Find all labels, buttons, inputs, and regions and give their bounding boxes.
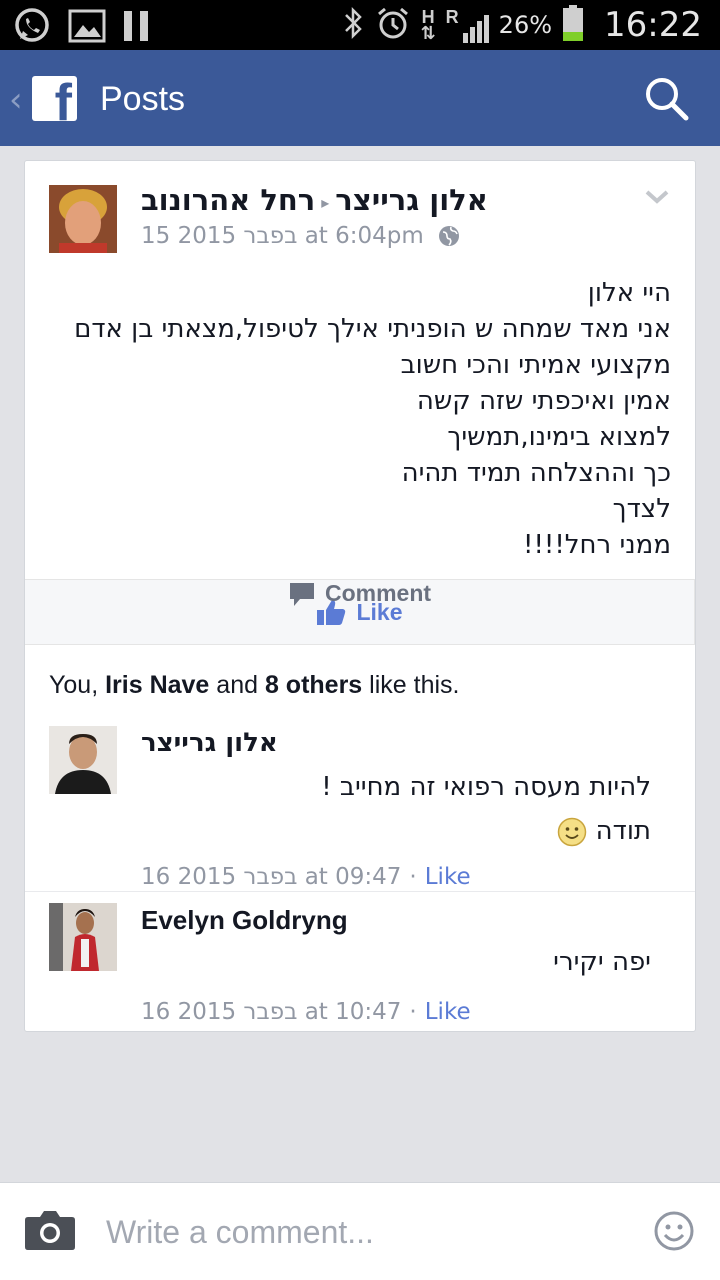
post-line: אמין ואיכפתי שזה קשה xyxy=(416,386,671,416)
alarm-icon xyxy=(375,5,411,46)
post-timestamp-row: 15 בפבר 2015 at 6:04pm xyxy=(141,223,460,249)
comment-line: יפה יקירי xyxy=(553,947,651,977)
post-line: מקצועי אמיתי והכי חשוב xyxy=(400,350,671,380)
recipient-name[interactable]: אלון גרייצר xyxy=(335,183,488,217)
comment-like-link[interactable]: Like xyxy=(425,999,471,1025)
comment-button-label: Comment xyxy=(324,580,432,606)
signal-icon: R xyxy=(446,7,489,43)
battery-percent: 26% xyxy=(498,11,553,39)
comment-meta: 16 בפבר 2015 at 10:47 · Like xyxy=(141,999,471,1025)
smiley-icon xyxy=(654,1211,694,1251)
comment-item: אלון גרייצר להיות מעסה רפואי זה מחייב ! … xyxy=(25,726,695,890)
post-actions-bar: Like Comment xyxy=(25,579,695,645)
network-h-indicator: H ⇅ xyxy=(420,7,436,43)
commenter-avatar[interactable] xyxy=(49,726,117,794)
post-menu-chevron-icon[interactable] xyxy=(645,189,669,210)
post-line: היי אלון xyxy=(587,278,671,308)
status-bar: H ⇅ R 26% 16:22 xyxy=(0,0,720,50)
pause-icon xyxy=(122,8,152,49)
post-header: אלון גרייצר▸ רחל אהרונוב xyxy=(141,183,488,217)
whatsapp-icon xyxy=(12,6,52,51)
post-line: כך וההצלחה תמיד תהיה xyxy=(401,458,671,488)
separator-dot: · xyxy=(409,999,417,1025)
camera-icon xyxy=(25,1211,75,1250)
likes-prefix: You, xyxy=(49,671,106,699)
commenter-photo xyxy=(49,903,117,971)
comment-timestamp[interactable]: 16 בפבר 2015 at 10:47 xyxy=(141,999,401,1025)
commenter-photo xyxy=(49,726,117,794)
comment-composer xyxy=(0,1182,720,1280)
back-chevron-icon[interactable]: ‹ xyxy=(9,80,23,120)
gallery-icon xyxy=(68,8,106,49)
commenter-name[interactable]: Evelyn Goldryng xyxy=(141,905,348,936)
clock: 16:22 xyxy=(604,5,702,45)
comment-item: Evelyn Goldryng יפה יקירי 16 בפבר 2015 a… xyxy=(25,903,695,1025)
post-body: היי אלון אני מאד שמחה ש הופניתי אילך לטי… xyxy=(41,275,671,563)
likes-middle: and xyxy=(209,671,265,699)
comment-like-link[interactable]: Like xyxy=(425,864,471,890)
top-bar: ‹ f Posts xyxy=(0,50,720,146)
separator-dot: · xyxy=(409,864,417,890)
comment-line-with-emoji: תודה xyxy=(545,810,651,852)
author-name[interactable]: רחל אהרונוב xyxy=(141,183,315,217)
network-r-label: R xyxy=(445,7,459,27)
author-avatar[interactable] xyxy=(49,185,117,253)
comment-meta: 16 בפבר 2015 at 09:47 · Like xyxy=(141,864,471,890)
share-arrow-icon: ▸ xyxy=(321,192,330,212)
bluetooth-icon xyxy=(341,5,365,46)
facebook-logo-icon[interactable]: f xyxy=(32,76,77,121)
comment-line: להיות מעסה רפואי זה מחייב ! xyxy=(321,772,651,802)
post-card: אלון גרייצר▸רחל אהרונוב 15 בפבר 2015 at … xyxy=(24,160,696,1032)
comment-timestamp[interactable]: 16 בפבר 2015 at 09:47 xyxy=(141,864,401,890)
search-button[interactable] xyxy=(642,74,692,124)
likes-others[interactable]: 8 others xyxy=(265,671,362,699)
comment-line: תודה xyxy=(595,816,651,846)
post-line: ממני רחל!!!! xyxy=(523,530,671,560)
comment-bubble-icon xyxy=(289,582,314,606)
post-line: למצוא בימינו,תמשיך xyxy=(447,422,671,452)
camera-button[interactable] xyxy=(24,1209,76,1256)
network-h-label: H xyxy=(421,7,435,27)
comment-input[interactable] xyxy=(106,1209,626,1255)
battery-icon xyxy=(562,4,584,47)
page-title: Posts xyxy=(100,80,186,118)
likes-summary[interactable]: You, Iris Nave and 8 others like this. xyxy=(49,671,459,700)
likes-suffix: like this. xyxy=(362,671,460,699)
globe-icon xyxy=(438,226,459,246)
commenter-name[interactable]: אלון גרייצר xyxy=(141,728,278,758)
comment-button[interactable]: Comment xyxy=(25,580,695,607)
search-icon xyxy=(646,78,689,121)
emoji-button[interactable] xyxy=(654,1211,694,1256)
commenter-avatar[interactable] xyxy=(49,903,117,971)
comment-divider xyxy=(25,891,695,892)
post-timestamp[interactable]: 15 בפבר 2015 at 6:04pm xyxy=(141,223,424,249)
post-line: לצדך xyxy=(612,494,671,524)
likes-name[interactable]: Iris Nave xyxy=(105,671,209,699)
smiley-emoji-icon xyxy=(558,817,587,846)
author-photo xyxy=(49,185,117,253)
post-line: אני מאד שמחה ש הופניתי אילך לטיפול,מצאתי… xyxy=(74,314,671,344)
